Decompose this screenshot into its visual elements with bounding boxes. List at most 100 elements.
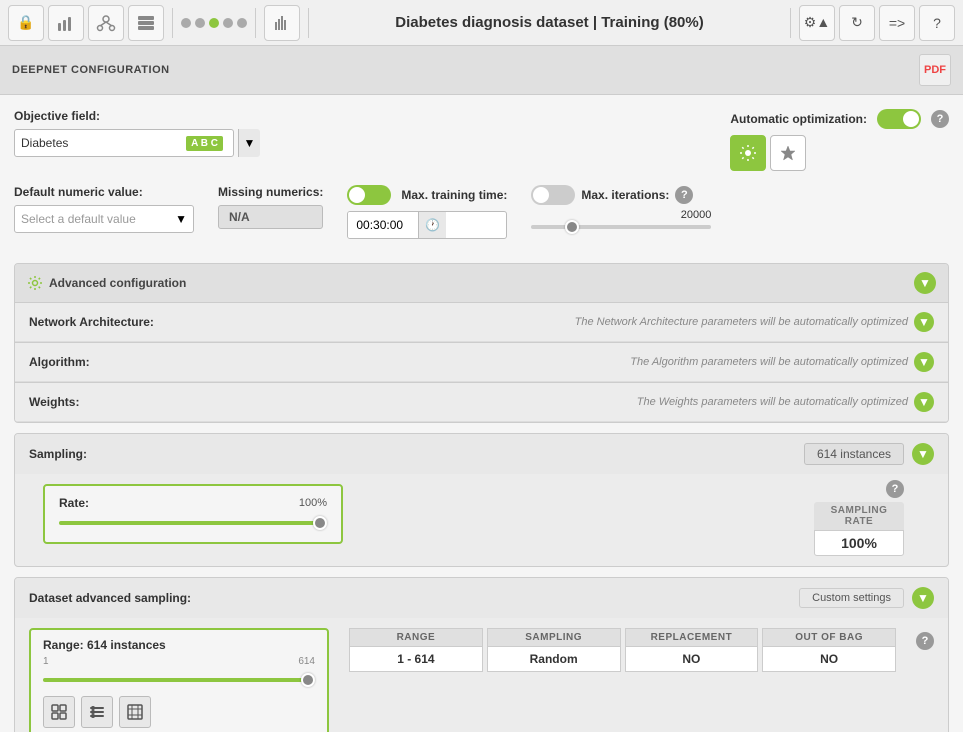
signal-icon[interactable] xyxy=(48,5,84,41)
sampling-header: Sampling: 614 instances ▼ xyxy=(15,434,948,474)
algorithm-row: Algorithm: The Algorithm parameters will… xyxy=(15,343,948,382)
dataset-expand[interactable]: ▼ xyxy=(912,587,934,609)
max-training-value[interactable]: 00:30:00 xyxy=(348,212,418,238)
range-slider[interactable] xyxy=(43,678,315,682)
range-header: Range: 614 instances xyxy=(43,638,315,652)
max-training-toggle[interactable] xyxy=(347,185,391,205)
settings-icon[interactable]: ⚙▲ xyxy=(799,5,835,41)
default-numeric-placeholder: Select a default value xyxy=(21,212,136,226)
weights-value: The Weights parameters will be automatic… xyxy=(637,392,934,412)
stat-replacement-value: NO xyxy=(625,647,759,672)
range-icon-1[interactable] xyxy=(43,696,75,728)
default-numeric-arrow: ▼ xyxy=(175,212,187,226)
auto-optimization-help[interactable]: ? xyxy=(931,110,949,128)
stat-range-value: 1 - 614 xyxy=(349,647,483,672)
lock-icon[interactable]: 🔒 xyxy=(8,5,44,41)
network-architecture-section: Network Architecture: The Network Archit… xyxy=(15,302,948,342)
advanced-config-header[interactable]: Advanced configuration ▼ xyxy=(15,264,948,302)
rate-label: Rate: xyxy=(59,496,89,510)
section-title: DEEPNET CONFIGURATION xyxy=(12,64,170,76)
section-header: DEEPNET CONFIGURATION PDF xyxy=(0,46,963,95)
optimize-icon-active[interactable] xyxy=(730,135,766,171)
objective-field-label: Objective field: xyxy=(14,109,254,123)
auto-optimization-icons xyxy=(730,135,949,171)
sampling-rate-label: SAMPLING RATE xyxy=(814,502,904,530)
max-training-label-row: Max. training time: xyxy=(347,185,507,205)
equals-icon[interactable]: => xyxy=(879,5,915,41)
max-training-group: Max. training time: 00:30:00 🕐 xyxy=(347,185,507,239)
objective-field-dropdown[interactable]: ▼ xyxy=(238,129,260,157)
range-icons xyxy=(43,696,315,728)
weights-expand[interactable]: ▼ xyxy=(914,392,934,412)
form-area: Objective field: Diabetes A B C ▼ Automa… xyxy=(0,95,963,263)
instances-badge: 614 instances xyxy=(804,443,904,465)
separator-4 xyxy=(790,8,791,38)
missing-numerics-label: Missing numerics: xyxy=(218,185,323,199)
stat-out-of-bag: OUT OF BAG NO xyxy=(762,628,896,672)
clock-icon[interactable]: 🕐 xyxy=(418,211,446,239)
weights-label: Weights: xyxy=(29,395,79,409)
stat-out-of-bag-header: OUT OF BAG xyxy=(762,628,896,647)
range-min: 1 xyxy=(43,656,49,667)
max-iterations-slider-container xyxy=(531,225,711,229)
stat-sampling-value: Random xyxy=(487,647,621,672)
auto-optimization-label: Automatic optimization: xyxy=(730,112,867,126)
stat-sampling-header: SAMPLING xyxy=(487,628,621,647)
default-numeric-group: Default numeric value: Select a default … xyxy=(14,185,194,233)
max-iterations-label: Max. iterations: xyxy=(581,188,669,202)
dataset-body: Range: 614 instances 1 614 xyxy=(15,618,948,732)
rate-header: Rate: 100% xyxy=(59,496,327,510)
sampling-rate-value: 100% xyxy=(814,530,904,556)
refresh-icon[interactable]: ↻ xyxy=(839,5,875,41)
advanced-config-title: Advanced configuration xyxy=(27,275,186,291)
network-architecture-value: The Network Architecture parameters will… xyxy=(575,312,934,332)
max-training-input[interactable]: 00:30:00 🕐 xyxy=(347,211,507,239)
network-icon[interactable] xyxy=(88,5,124,41)
custom-settings-button[interactable]: Custom settings xyxy=(799,588,904,608)
default-numeric-select[interactable]: Select a default value ▼ xyxy=(14,205,194,233)
gear-icon xyxy=(27,275,43,291)
algorithm-value: The Algorithm parameters will be automat… xyxy=(630,352,934,372)
sampling-help-icon[interactable]: ? xyxy=(886,480,904,498)
range-icon-3[interactable] xyxy=(119,696,151,728)
objective-field-input-row: Diabetes A B C ▼ xyxy=(14,129,254,157)
max-iterations-help[interactable]: ? xyxy=(675,186,693,204)
range-minmax: 1 614 xyxy=(43,656,315,667)
auto-optimization-row: Automatic optimization: ? xyxy=(730,109,949,129)
separator-1 xyxy=(172,8,173,38)
dataset-help-icon[interactable]: ? xyxy=(916,632,934,650)
rate-slider[interactable] xyxy=(59,521,327,525)
stat-sampling: SAMPLING Random xyxy=(487,628,621,672)
network-architecture-row: Network Architecture: The Network Archit… xyxy=(15,303,948,342)
sampling-section: Sampling: 614 instances ▼ Rate: 100% ? S… xyxy=(14,433,949,567)
max-iterations-group: Max. iterations: ? 20000 xyxy=(531,185,711,229)
max-iterations-toggle[interactable] xyxy=(531,185,575,205)
dataset-stats: RANGE 1 - 614 SAMPLING Random REPLACEMEN… xyxy=(349,628,896,672)
dataset-header: Dataset advanced sampling: Custom settin… xyxy=(15,578,948,618)
status-dots xyxy=(181,18,247,28)
pdf-button[interactable]: PDF xyxy=(919,54,951,86)
auto-optimization-toggle[interactable] xyxy=(877,109,921,129)
bars-icon[interactable] xyxy=(264,5,300,41)
stack-icon[interactable] xyxy=(128,5,164,41)
network-architecture-expand[interactable]: ▼ xyxy=(914,312,934,332)
abc-badge: A B C xyxy=(186,136,223,151)
help-icon[interactable]: ? xyxy=(919,5,955,41)
objective-field-value: Diabetes xyxy=(21,136,186,150)
algorithm-expand[interactable]: ▼ xyxy=(914,352,934,372)
sampling-body: Rate: 100% ? SAMPLING RATE 100% xyxy=(15,474,948,566)
objective-field-select[interactable]: Diabetes A B C xyxy=(14,129,234,157)
dataset-label: Dataset advanced sampling: xyxy=(29,591,191,605)
range-icon-2[interactable] xyxy=(81,696,113,728)
max-iterations-slider[interactable] xyxy=(531,225,711,229)
sampling-expand[interactable]: ▼ xyxy=(912,443,934,465)
objective-field-group: Objective field: Diabetes A B C ▼ xyxy=(14,109,254,157)
advanced-config-collapse[interactable]: ▼ xyxy=(914,272,936,294)
sampling-rate-display: ? SAMPLING RATE 100% xyxy=(814,480,904,556)
algorithm-section: Algorithm: The Algorithm parameters will… xyxy=(15,342,948,382)
toolbar: 🔒 xyxy=(0,0,963,46)
optimize-icon-inactive[interactable] xyxy=(770,135,806,171)
stat-range: RANGE 1 - 614 xyxy=(349,628,483,672)
network-architecture-label: Network Architecture: xyxy=(29,315,154,329)
dataset-section: Dataset advanced sampling: Custom settin… xyxy=(14,577,949,732)
